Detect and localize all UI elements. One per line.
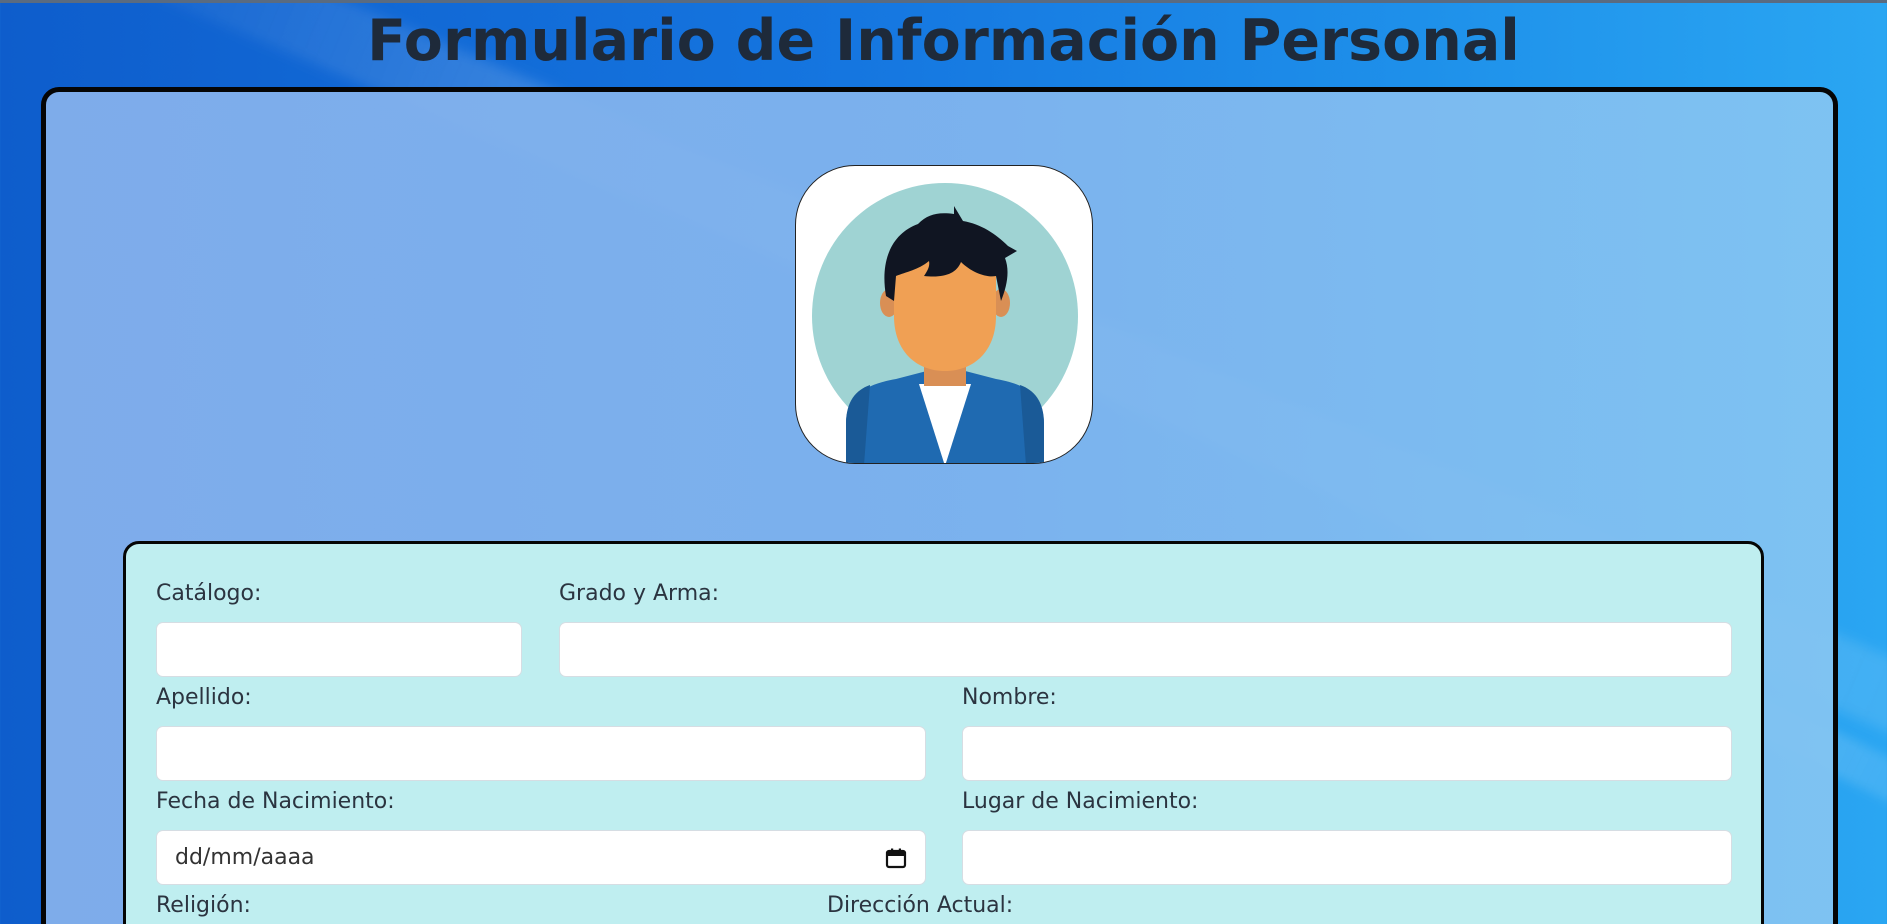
apellido-label: Apellido: (156, 685, 252, 710)
direccion-actual-label: Dirección Actual: (827, 893, 1014, 918)
nombre-label: Nombre: (962, 685, 1057, 710)
apellido-input[interactable] (156, 726, 926, 781)
person-avatar-icon (812, 183, 1078, 463)
catalogo-input[interactable] (156, 622, 522, 677)
calendar-icon[interactable] (885, 847, 907, 869)
lugar-nacimiento-label: Lugar de Nacimiento: (962, 789, 1199, 814)
top-border-line (0, 0, 1887, 3)
page-title: Formulario de Información Personal (367, 8, 1520, 74)
personal-info-form: Catálogo: Grado y Arma: Apellido: Nombre… (123, 541, 1764, 924)
religion-label: Religión: (156, 893, 251, 918)
fecha-nacimiento-placeholder: dd/mm/aaaa (175, 845, 315, 870)
grado-arma-input[interactable] (559, 622, 1732, 677)
avatar (795, 165, 1093, 464)
fecha-nacimiento-label: Fecha de Nacimiento: (156, 789, 395, 814)
grado-arma-label: Grado y Arma: (559, 581, 720, 606)
fecha-nacimiento-input[interactable]: dd/mm/aaaa (156, 830, 926, 885)
catalogo-label: Catálogo: (156, 581, 262, 606)
nombre-input[interactable] (962, 726, 1732, 781)
lugar-nacimiento-input[interactable] (962, 830, 1732, 885)
